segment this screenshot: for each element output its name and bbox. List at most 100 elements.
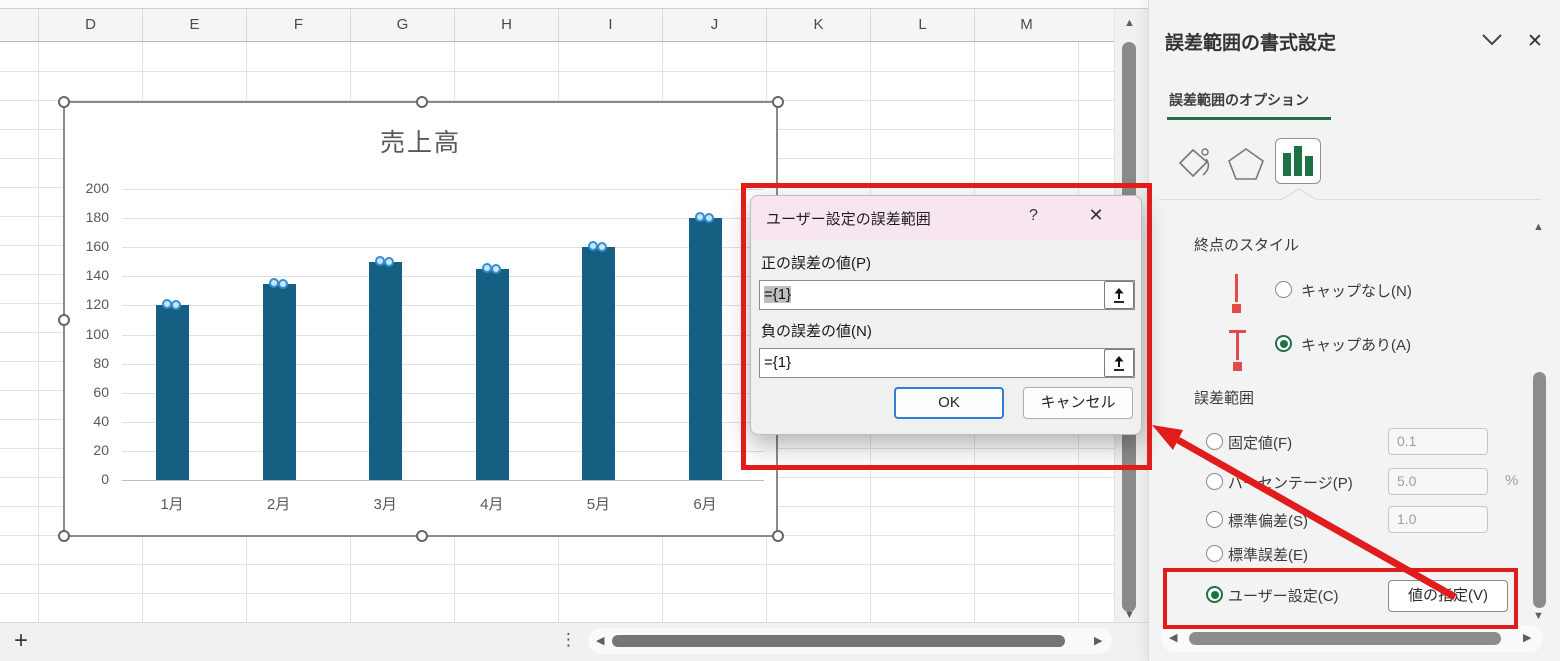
radio-fixed-value-label[interactable]: 固定値(F) [1228,432,1292,453]
radio-percentage[interactable] [1206,473,1223,490]
chart-object[interactable]: 売上高 0204060801001201401601802001月2月3月4月5… [63,101,778,537]
bar-3月[interactable] [369,262,402,480]
cancel-button[interactable]: キャンセル [1023,387,1133,419]
y-axis-tick: 80 [65,355,109,371]
scroll-up-icon[interactable]: ▲ [1124,18,1135,29]
chart-resize-handle[interactable] [58,314,70,326]
chart-resize-handle[interactable] [416,96,428,108]
radio-std-deviation-label[interactable]: 標準偏差(S) [1228,510,1308,531]
error-bar-options-icon[interactable] [1275,138,1321,184]
bar-6月[interactable] [689,218,722,480]
column-header-E[interactable]: E [142,9,246,41]
column-header-K[interactable]: K [766,9,870,41]
radio-cap-none[interactable] [1275,281,1292,298]
gridline [0,71,1116,72]
negative-error-input[interactable]: ={1} [759,348,1135,378]
radio-percentage-label[interactable]: パーセンテージ(P) [1228,472,1353,493]
column-header-M[interactable]: M [974,9,1078,41]
radio-std-error[interactable] [1206,545,1223,562]
format-error-bars-pane: 誤差範囲の書式設定 ✕ 誤差範囲のオプション ▲ 終点のスタイル キャップなし(… [1148,0,1560,661]
bar-4月[interactable] [476,269,509,480]
collapse-arrow-icon [1109,285,1129,305]
column-header-H[interactable]: H [454,9,558,41]
chart-resize-handle[interactable] [416,530,428,542]
y-axis-tick: 60 [65,384,109,400]
pane-hscroll-thumb[interactable] [1189,632,1501,645]
pane-scroll-down-icon[interactable]: ▼ [1533,611,1544,622]
scroll-down-icon[interactable]: ▼ [1124,610,1135,621]
chart-resize-handle[interactable] [58,530,70,542]
positive-error-value: ={1} [764,286,791,303]
scroll-right-icon[interactable]: ▶ [1094,636,1102,647]
positive-error-input[interactable]: ={1} [759,280,1135,310]
collapse-dialog-button[interactable] [1104,349,1134,377]
chart-resize-handle[interactable] [58,96,70,108]
pane-horizontal-scrollbar[interactable]: ◀ ▶ [1161,625,1543,652]
end-style-heading: 終点のスタイル [1194,234,1299,255]
pane-vscroll-thumb[interactable] [1533,372,1546,608]
chart-gridline [122,393,764,394]
x-axis-label: 1月 [132,493,212,514]
close-icon[interactable]: ✕ [1527,30,1543,53]
chart-gridline [122,247,764,248]
x-axis-label: 3月 [345,493,425,514]
chart-gridline [122,480,764,481]
column-header-J[interactable]: J [662,9,766,41]
column-header-L[interactable]: L [870,9,974,41]
selected-tab-notch [1279,188,1319,206]
chart-gridline [122,189,764,190]
positive-error-label: 正の誤差の値(P) [761,252,871,273]
gridline [0,593,1116,594]
dialog-titlebar[interactable]: ユーザー設定の誤差範囲 ? ✕ [751,196,1141,240]
bar-1月[interactable] [156,305,189,480]
splitter-handle-icon[interactable]: ⋮ [560,630,577,650]
sheet-horizontal-scrollbar[interactable]: ◀ ▶ [588,628,1112,654]
chart-resize-handle[interactable] [772,96,784,108]
column-header-I[interactable]: I [558,9,662,41]
bar-5月[interactable] [582,247,615,480]
radio-fixed-value[interactable] [1206,433,1223,450]
bar-2月[interactable] [263,284,296,480]
radio-std-error-label[interactable]: 標準誤差(E) [1228,544,1308,565]
gridline [0,564,1116,565]
radio-cap-with[interactable] [1275,335,1292,352]
radio-std-deviation[interactable] [1206,511,1223,528]
sheet-tab-bar: + ⋮ ◀ ▶ [0,622,1148,661]
pane-scroll-right-icon[interactable]: ▶ [1523,633,1531,644]
column-header-G[interactable]: G [350,9,454,41]
sheet-hscroll-thumb[interactable] [612,635,1065,647]
effects-icon[interactable] [1227,146,1265,187]
specify-value-button[interactable]: 値の指定(V) [1388,580,1508,612]
scroll-left-icon[interactable]: ◀ [596,636,604,647]
add-sheet-button[interactable]: + [14,627,28,655]
chart-gridline [122,276,764,277]
close-icon[interactable]: ✕ [1081,205,1111,226]
column-header-F[interactable]: F [246,9,350,41]
help-icon[interactable]: ? [1029,207,1038,225]
chart-plot: 0204060801001201401601802001月2月3月4月5月6月 [65,103,776,535]
percentage-input: 5.0 [1388,468,1488,495]
y-axis-tick: 20 [65,442,109,458]
y-axis-tick: 0 [65,471,109,487]
column-header-D[interactable]: D [38,9,142,41]
custom-error-bars-dialog[interactable]: ユーザー設定の誤差範囲 ? ✕ 正の誤差の値(P) ={1} 負の誤差の値(N)… [750,195,1142,435]
x-axis-label: 5月 [558,493,638,514]
radio-custom[interactable] [1206,586,1223,603]
collapse-arrow-icon [1109,353,1129,373]
error-bar-handle[interactable] [278,279,288,289]
error-bar-handle[interactable] [491,264,501,274]
radio-cap-none-label[interactable]: キャップなし(N) [1301,280,1412,301]
chart-gridline [122,451,764,452]
error-bar-handle[interactable] [384,257,394,267]
radio-cap-with-label[interactable]: キャップあり(A) [1301,334,1411,355]
tab-error-bar-options[interactable]: 誤差範囲のオプション [1169,90,1309,110]
chart-gridline [122,305,764,306]
chart-resize-handle[interactable] [772,530,784,542]
chevron-down-icon[interactable] [1481,33,1503,52]
pane-scroll-left-icon[interactable]: ◀ [1169,633,1177,644]
fill-line-icon[interactable] [1177,146,1213,185]
radio-custom-label[interactable]: ユーザー設定(C) [1228,585,1339,606]
ok-button[interactable]: OK [894,387,1004,419]
pane-scroll-up-icon[interactable]: ▲ [1533,222,1544,233]
collapse-dialog-button[interactable] [1104,281,1134,309]
